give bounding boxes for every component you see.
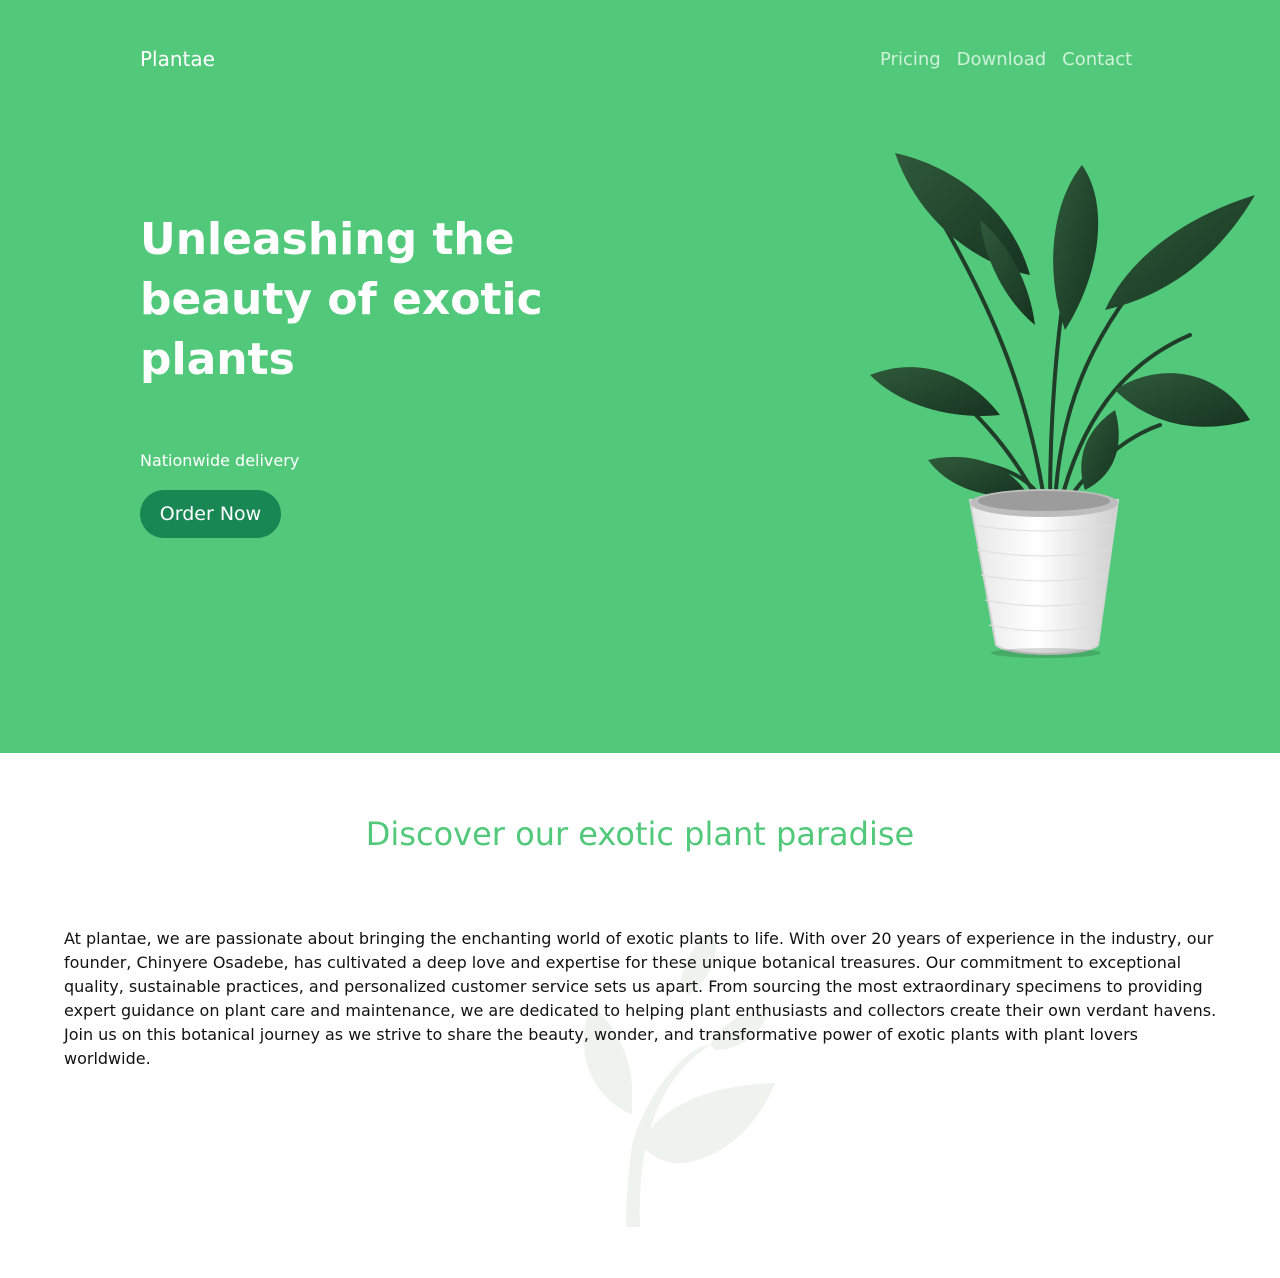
potted-plant-icon — [870, 153, 1255, 658]
nav-contact[interactable]: Contact — [1062, 48, 1132, 72]
nav-download[interactable]: Download — [957, 48, 1046, 72]
hero-subtitle: Nationwide delivery — [140, 451, 300, 470]
hero-section: Plantae Pricing Download Contact Unleash… — [0, 0, 1280, 753]
about-paragraph: At plantae, we are passionate about brin… — [64, 929, 1217, 1068]
about-heading: Discover our exotic plant paradise — [365, 815, 915, 853]
order-now-button[interactable]: Order Now — [140, 490, 281, 538]
main-nav: Pricing Download Contact — [880, 48, 1132, 72]
hero-title: Unleashing the beauty of exotic plants — [140, 214, 543, 385]
brand-logo[interactable]: Plantae — [140, 47, 215, 71]
nav-pricing[interactable]: Pricing — [880, 48, 941, 72]
